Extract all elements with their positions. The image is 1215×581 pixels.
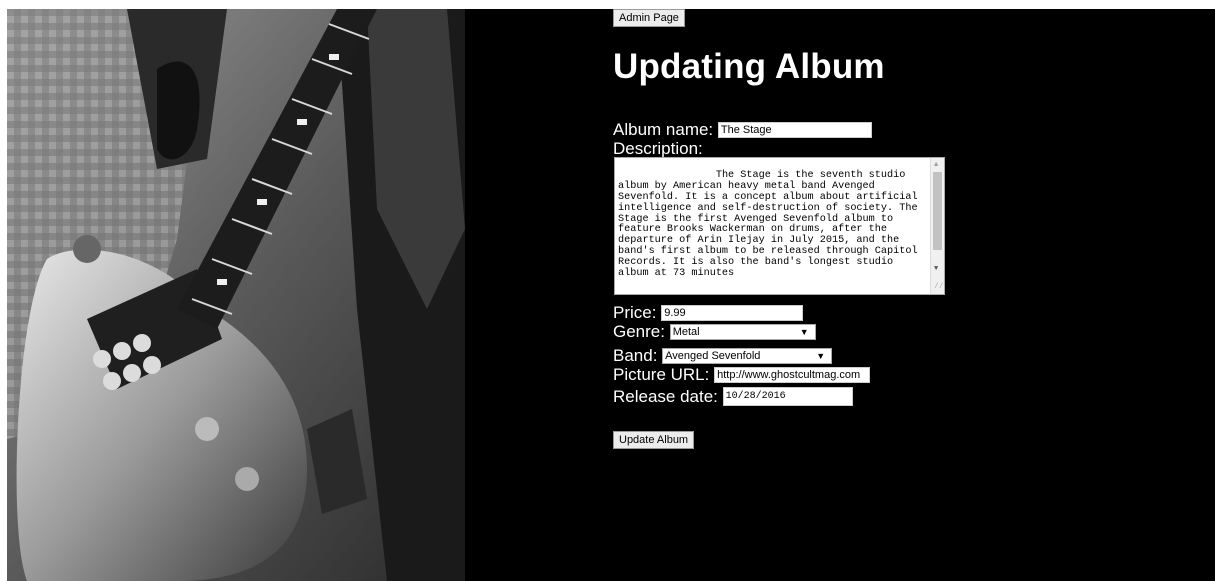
price-row: Price: 9.99 — [613, 302, 804, 323]
picture-url-label: Picture URL: — [613, 365, 710, 385]
description-label: Description: — [613, 139, 703, 159]
band-row: Band: Avenged Sevenfold ▼ — [613, 345, 833, 366]
page-left-border — [0, 0, 7, 581]
album-name-input[interactable]: The Stage — [717, 121, 872, 138]
picture-url-row: Picture URL: http://www.ghostcultmag.com — [613, 364, 871, 385]
page-title: Updating Album — [613, 47, 885, 86]
genre-label: Genre: — [613, 322, 665, 342]
update-album-button[interactable]: Update Album — [613, 431, 695, 449]
resize-grip-icon[interactable]: ⁄⁄ — [934, 282, 944, 293]
description-textarea[interactable]: The Stage is the seventh studio album by… — [614, 157, 945, 295]
band-select[interactable]: Avenged Sevenfold ▼ — [662, 347, 833, 364]
genre-selected-value: Metal — [672, 325, 700, 338]
release-date-label: Release date: — [613, 387, 718, 407]
description-text: The Stage is the seventh studio album by… — [618, 169, 924, 280]
price-label: Price: — [613, 303, 657, 323]
price-input[interactable]: 9.99 — [661, 304, 804, 321]
picture-url-input[interactable]: http://www.ghostcultmag.com — [714, 366, 871, 383]
scroll-down-icon[interactable]: ▼ — [934, 264, 938, 275]
page-top-border — [0, 0, 1215, 9]
band-selected-value: Avenged Sevenfold — [665, 349, 761, 362]
scrollbar-thumb[interactable] — [933, 172, 942, 250]
band-label: Band: — [613, 346, 658, 366]
album-name-label: Album name: — [613, 120, 714, 140]
guitar-background-image — [7, 9, 465, 581]
description-label-row: Description: — [613, 138, 703, 158]
release-date-input[interactable]: 10/28/2016 — [722, 387, 853, 407]
chevron-down-icon: ▼ — [799, 326, 809, 337]
chevron-down-icon: ▼ — [816, 350, 826, 361]
genre-select[interactable]: Metal ▼ — [669, 323, 816, 340]
scroll-up-icon[interactable]: ▲ — [934, 160, 938, 171]
admin-page-button[interactable]: Admin Page — [613, 9, 685, 27]
description-scrollbar[interactable]: ▲ ▼ ⁄⁄ — [930, 158, 944, 294]
release-date-row: Release date: 10/28/2016 — [613, 386, 853, 407]
genre-row: Genre: Metal ▼ — [613, 321, 816, 341]
album-name-row: Album name: The Stage — [613, 119, 872, 139]
